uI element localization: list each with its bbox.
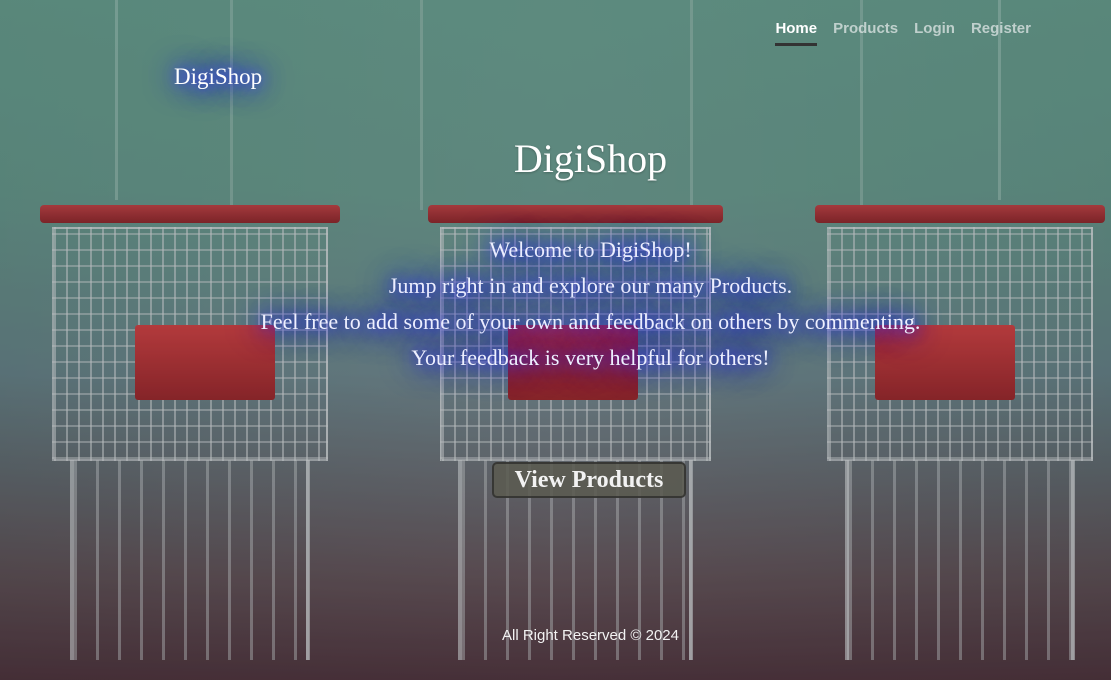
nav-register[interactable]: Register (971, 20, 1031, 46)
hero-line: Welcome to DigiShop! (489, 237, 692, 262)
view-products-button[interactable]: View Products (492, 462, 686, 498)
hero-description: Welcome to DigiShop! Jump right in and e… (0, 232, 1111, 376)
nav-login[interactable]: Login (914, 20, 955, 46)
nav-home[interactable]: Home (775, 20, 818, 46)
hero-line: Jump right in and explore our many Produ… (388, 273, 793, 298)
main-nav: Home Products Login Register (775, 20, 1031, 46)
hero-line: Feel free to add some of your own and fe… (260, 309, 921, 334)
hero-line: Your feedback is very helpful for others… (411, 345, 770, 370)
brand-logo[interactable]: DigiShop (174, 64, 262, 90)
hero-title: DigiShop (513, 136, 668, 181)
nav-products[interactable]: Products (833, 20, 898, 46)
footer-copyright: All Right Reserved © 2024 (502, 627, 679, 644)
